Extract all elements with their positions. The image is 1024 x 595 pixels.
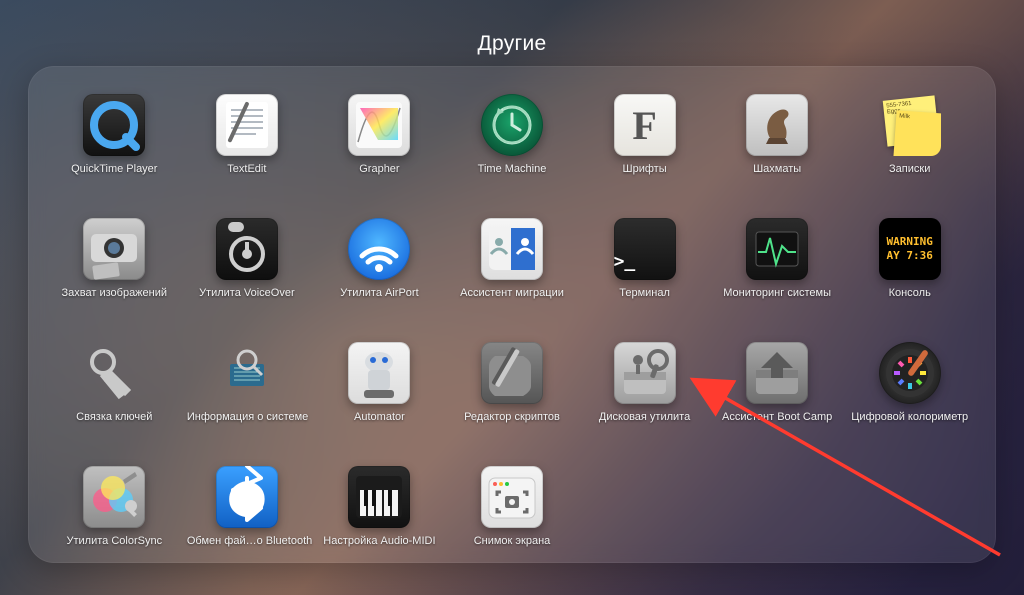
app-label: Automator (354, 411, 405, 423)
app-label: Утилита ColorSync (67, 535, 163, 547)
app-label: Ассистент миграции (460, 287, 564, 299)
app-label: Записки (889, 163, 930, 175)
quicktime-icon (83, 94, 145, 156)
colorsync-icon (83, 466, 145, 528)
textedit-icon (216, 94, 278, 156)
app-audio-midi-setup[interactable]: Настройка Audio-MIDI (317, 466, 442, 584)
bluetooth-icon: ⬤ (216, 466, 278, 528)
app-system-information[interactable]: Информация о системе (185, 342, 310, 460)
app-label: Снимок экрана (474, 535, 551, 547)
migration-assistant-icon (481, 218, 543, 280)
voiceover-icon (216, 218, 278, 280)
app-label: Связка ключей (76, 411, 152, 423)
app-label: Терминал (619, 287, 670, 299)
app-label: Редактор скриптов (464, 411, 560, 423)
app-label: Информация о системе (187, 411, 307, 423)
digital-color-meter-icon (879, 342, 941, 404)
script-editor-icon (481, 342, 543, 404)
app-script-editor[interactable]: Редактор скриптов (450, 342, 575, 460)
image-capture-icon (83, 218, 145, 280)
grapher-icon (348, 94, 410, 156)
app-chess[interactable]: Шахматы (715, 94, 840, 212)
boot-camp-icon (746, 342, 808, 404)
app-terminal[interactable]: >_ Терминал (582, 218, 707, 336)
app-label: Настройка Audio-MIDI (323, 535, 435, 547)
app-label: Консоль (889, 287, 931, 299)
app-airport-utility[interactable]: Утилита AirPort (317, 218, 442, 336)
app-bluetooth-file-exchange[interactable]: ⬤ Обмен фай…о Bluetooth (185, 466, 310, 584)
app-quicktime-player[interactable]: QuickTime Player (52, 94, 177, 212)
app-label: TextEdit (227, 163, 266, 175)
app-console[interactable]: WARNING AY 7:36 Консоль (847, 218, 972, 336)
chess-icon (746, 94, 808, 156)
app-label: Захват изображений (62, 287, 168, 299)
app-automator[interactable]: Automator (317, 342, 442, 460)
app-voiceover-utility[interactable]: Утилита VoiceOver (185, 218, 310, 336)
app-font-book[interactable]: F Шрифты (582, 94, 707, 212)
font-book-icon: F (614, 94, 676, 156)
app-label: Мониторинг системы (723, 287, 831, 299)
time-machine-icon (481, 94, 543, 156)
launchpad-folder-panel: QuickTime Player TextEdit Grapher Time M… (28, 66, 996, 563)
app-label: Шрифты (623, 163, 667, 175)
app-grapher[interactable]: Grapher (317, 94, 442, 212)
app-grid: QuickTime Player TextEdit Grapher Time M… (52, 94, 972, 584)
app-screenshot[interactable]: Снимок экрана (450, 466, 575, 584)
app-label: Дисковая утилита (599, 411, 690, 423)
app-label: Утилита VoiceOver (199, 287, 295, 299)
app-image-capture[interactable]: Захват изображений (52, 218, 177, 336)
app-label: Утилита AirPort (340, 287, 418, 299)
app-textedit[interactable]: TextEdit (185, 94, 310, 212)
keychain-icon (83, 342, 145, 404)
app-label: Шахматы (753, 163, 801, 175)
folder-title: Другие (0, 32, 1024, 56)
app-colorsync-utility[interactable]: Утилита ColorSync (52, 466, 177, 584)
app-time-machine[interactable]: Time Machine (450, 94, 575, 212)
automator-icon (348, 342, 410, 404)
app-label: Grapher (359, 163, 399, 175)
stickies-icon: 555-7361Eggs Milk (879, 94, 941, 156)
airport-icon (348, 218, 410, 280)
app-stickies[interactable]: 555-7361Eggs Milk Записки (847, 94, 972, 212)
app-digital-color-meter[interactable]: Цифровой колориметр (847, 342, 972, 460)
screenshot-icon (481, 466, 543, 528)
console-icon: WARNING AY 7:36 (879, 218, 941, 280)
console-text: WARNING AY 7:36 (879, 218, 941, 280)
app-disk-utility[interactable]: Дисковая утилита (582, 342, 707, 460)
app-label: Цифровой колориметр (851, 411, 968, 423)
app-activity-monitor[interactable]: Мониторинг системы (715, 218, 840, 336)
activity-monitor-icon (746, 218, 808, 280)
disk-utility-icon (614, 342, 676, 404)
app-label: Обмен фай…о Bluetooth (187, 535, 307, 547)
terminal-icon: >_ (614, 218, 676, 280)
app-label: QuickTime Player (71, 163, 157, 175)
app-migration-assistant[interactable]: Ассистент миграции (450, 218, 575, 336)
app-label: Time Machine (478, 163, 547, 175)
app-label: Ассистент Boot Camp (722, 411, 832, 423)
audio-midi-icon (348, 466, 410, 528)
app-boot-camp-assistant[interactable]: Ассистент Boot Camp (715, 342, 840, 460)
system-information-icon (216, 342, 278, 404)
app-keychain-access[interactable]: Связка ключей (52, 342, 177, 460)
